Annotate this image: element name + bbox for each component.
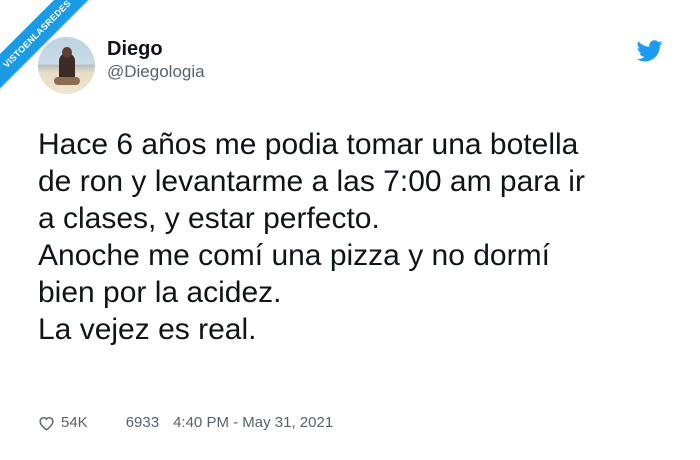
tweet-timestamp[interactable]: 4:40 PM - May 31, 2021 [173,414,333,431]
tweet-card: VISTOENLASREDES .com Diego @Diegologia H… [0,0,700,460]
like-count[interactable]: 54K [61,414,88,431]
retweet-count[interactable]: 6933 [126,414,159,431]
tweet-footer: 54K 6933 4:40 PM - May 31, 2021 [38,414,333,431]
tweet-text: Hace 6 años me podia tomar una botella d… [38,126,678,348]
tweet-line: bien por la acidez. [38,276,282,309]
author-handle[interactable]: @Diegologia [107,62,205,82]
watermark-domain: .com [45,0,66,16]
heart-icon[interactable] [38,415,55,431]
tweet-line: Hace 6 años me podia tomar una botella [38,128,579,161]
author-display-name[interactable]: Diego [107,38,163,61]
twitter-bird-icon[interactable] [637,40,663,62]
tweet-line: de ron y levantarme a las 7:00 am para i… [38,165,585,198]
avatar[interactable] [38,37,95,94]
tweet-line: La vejez es real. [38,313,257,346]
tweet-line: Anoche me comí una pizza y no dormí [38,239,550,272]
tweet-line: a clases, y estar perfecto. [38,202,380,235]
